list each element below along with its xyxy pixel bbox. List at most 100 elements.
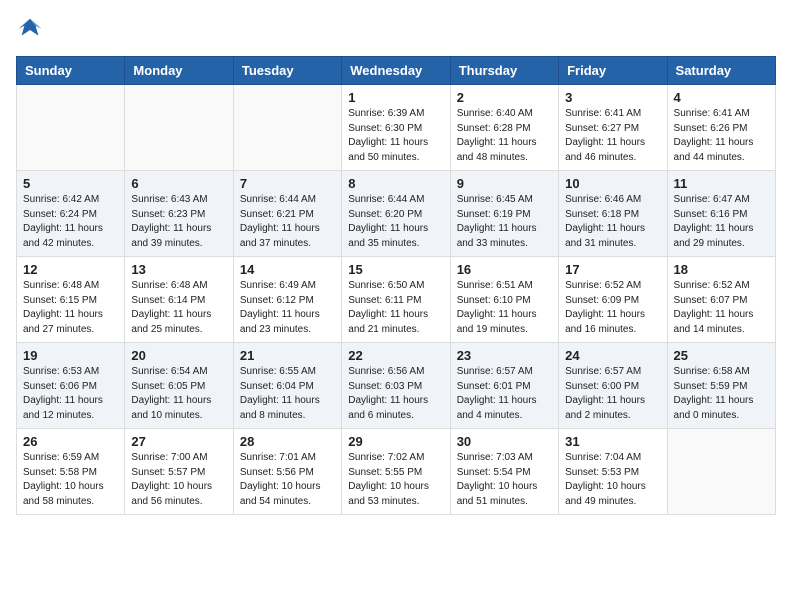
day-info: Sunrise: 6:40 AM Sunset: 6:28 PM Dayligh… xyxy=(457,107,552,165)
calendar-cell: 6 Sunrise: 6:43 AM Sunset: 6:23 PM Daylig… xyxy=(125,171,233,257)
day-number: 8 xyxy=(348,176,443,191)
page-header xyxy=(16,16,776,44)
calendar-cell: 29 Sunrise: 7:02 AM Sunset: 5:55 PM Dayli… xyxy=(342,429,450,515)
day-info: Sunrise: 6:39 AM Sunset: 6:30 PM Dayligh… xyxy=(348,107,443,165)
calendar-cell: 3 Sunrise: 6:41 AM Sunset: 6:27 PM Daylig… xyxy=(559,85,667,171)
day-info: Sunrise: 6:41 AM Sunset: 6:27 PM Dayligh… xyxy=(565,107,660,165)
calendar-cell: 27 Sunrise: 7:00 AM Sunset: 5:57 PM Dayli… xyxy=(125,429,233,515)
calendar-cell: 2 Sunrise: 6:40 AM Sunset: 6:28 PM Daylig… xyxy=(450,85,558,171)
day-number: 28 xyxy=(240,434,335,449)
calendar-week-row: 5 Sunrise: 6:42 AM Sunset: 6:24 PM Daylig… xyxy=(17,171,776,257)
day-number: 12 xyxy=(23,262,118,277)
day-info: Sunrise: 7:03 AM Sunset: 5:54 PM Dayligh… xyxy=(457,451,552,509)
calendar-week-row: 19 Sunrise: 6:53 AM Sunset: 6:06 PM Dayli… xyxy=(17,343,776,429)
day-number: 2 xyxy=(457,90,552,105)
column-header-monday: Monday xyxy=(125,57,233,85)
calendar-cell: 14 Sunrise: 6:49 AM Sunset: 6:12 PM Dayli… xyxy=(233,257,341,343)
calendar-cell xyxy=(17,85,125,171)
column-header-tuesday: Tuesday xyxy=(233,57,341,85)
calendar-cell: 26Sunrise: 6:59 AM Sunset: 5:58 PM Dayli… xyxy=(17,429,125,515)
day-number: 25 xyxy=(674,348,769,363)
day-number: 24 xyxy=(565,348,660,363)
day-number: 17 xyxy=(565,262,660,277)
day-info: Sunrise: 6:53 AM Sunset: 6:06 PM Dayligh… xyxy=(23,365,118,423)
calendar-cell: 5 Sunrise: 6:42 AM Sunset: 6:24 PM Daylig… xyxy=(17,171,125,257)
day-number: 1 xyxy=(348,90,443,105)
calendar-cell: 18 Sunrise: 6:52 AM Sunset: 6:07 PM Dayli… xyxy=(667,257,775,343)
day-number: 27 xyxy=(131,434,226,449)
calendar-cell xyxy=(125,85,233,171)
day-number: 19 xyxy=(23,348,118,363)
column-header-saturday: Saturday xyxy=(667,57,775,85)
day-info: Sunrise: 6:57 AM Sunset: 6:00 PM Dayligh… xyxy=(565,365,660,423)
day-info: Sunrise: 6:45 AM Sunset: 6:19 PM Dayligh… xyxy=(457,193,552,251)
day-number: 22 xyxy=(348,348,443,363)
day-info: Sunrise: 7:00 AM Sunset: 5:57 PM Dayligh… xyxy=(131,451,226,509)
calendar-cell: 15Sunrise: 6:50 AM Sunset: 6:11 PM Dayli… xyxy=(342,257,450,343)
day-info: Sunrise: 7:02 AM Sunset: 5:55 PM Dayligh… xyxy=(348,451,443,509)
calendar-cell: 17 Sunrise: 6:52 AM Sunset: 6:09 PM Dayli… xyxy=(559,257,667,343)
calendar-cell: 25 Sunrise: 6:58 AM Sunset: 5:59 PM Dayli… xyxy=(667,343,775,429)
day-number: 18 xyxy=(674,262,769,277)
calendar-cell: 31 Sunrise: 7:04 AM Sunset: 5:53 PM Dayli… xyxy=(559,429,667,515)
day-info: Sunrise: 6:47 AM Sunset: 6:16 PM Dayligh… xyxy=(674,193,769,251)
day-number: 9 xyxy=(457,176,552,191)
day-number: 6 xyxy=(131,176,226,191)
day-number: 30 xyxy=(457,434,552,449)
day-info: Sunrise: 7:04 AM Sunset: 5:53 PM Dayligh… xyxy=(565,451,660,509)
calendar-cell: 19 Sunrise: 6:53 AM Sunset: 6:06 PM Dayli… xyxy=(17,343,125,429)
day-number: 7 xyxy=(240,176,335,191)
day-info: Sunrise: 6:52 AM Sunset: 6:07 PM Dayligh… xyxy=(674,279,769,337)
calendar-cell: 20Sunrise: 6:54 AM Sunset: 6:05 PM Dayli… xyxy=(125,343,233,429)
day-info: Sunrise: 6:55 AM Sunset: 6:04 PM Dayligh… xyxy=(240,365,335,423)
day-info: Sunrise: 6:43 AM Sunset: 6:23 PM Dayligh… xyxy=(131,193,226,251)
calendar-cell: 28 Sunrise: 7:01 AM Sunset: 5:56 PM Dayli… xyxy=(233,429,341,515)
day-number: 31 xyxy=(565,434,660,449)
calendar-cell xyxy=(233,85,341,171)
day-info: Sunrise: 6:44 AM Sunset: 6:20 PM Dayligh… xyxy=(348,193,443,251)
calendar-table: SundayMondayTuesdayWednesdayThursdayFrid… xyxy=(16,56,776,515)
calendar-cell: 24 Sunrise: 6:57 AM Sunset: 6:00 PM Dayli… xyxy=(559,343,667,429)
calendar-cell: 21Sunrise: 6:55 AM Sunset: 6:04 PM Dayli… xyxy=(233,343,341,429)
day-info: Sunrise: 6:51 AM Sunset: 6:10 PM Dayligh… xyxy=(457,279,552,337)
calendar-cell: 11 Sunrise: 6:47 AM Sunset: 6:16 PM Dayli… xyxy=(667,171,775,257)
calendar-cell: 9 Sunrise: 6:45 AM Sunset: 6:19 PM Daylig… xyxy=(450,171,558,257)
calendar-week-row: 1 Sunrise: 6:39 AM Sunset: 6:30 PM Daylig… xyxy=(17,85,776,171)
day-number: 29 xyxy=(348,434,443,449)
day-info: Sunrise: 6:48 AM Sunset: 6:15 PM Dayligh… xyxy=(23,279,118,337)
day-info: Sunrise: 7:01 AM Sunset: 5:56 PM Dayligh… xyxy=(240,451,335,509)
calendar-cell: 8 Sunrise: 6:44 AM Sunset: 6:20 PM Daylig… xyxy=(342,171,450,257)
day-number: 3 xyxy=(565,90,660,105)
day-number: 14 xyxy=(240,262,335,277)
day-number: 16 xyxy=(457,262,552,277)
logo-icon xyxy=(16,16,44,44)
day-number: 4 xyxy=(674,90,769,105)
day-info: Sunrise: 6:57 AM Sunset: 6:01 PM Dayligh… xyxy=(457,365,552,423)
day-number: 5 xyxy=(23,176,118,191)
column-header-friday: Friday xyxy=(559,57,667,85)
day-info: Sunrise: 6:52 AM Sunset: 6:09 PM Dayligh… xyxy=(565,279,660,337)
day-info: Sunrise: 6:54 AM Sunset: 6:05 PM Dayligh… xyxy=(131,365,226,423)
day-info: Sunrise: 6:49 AM Sunset: 6:12 PM Dayligh… xyxy=(240,279,335,337)
calendar-cell: 22 Sunrise: 6:56 AM Sunset: 6:03 PM Dayli… xyxy=(342,343,450,429)
logo xyxy=(16,16,48,44)
column-header-wednesday: Wednesday xyxy=(342,57,450,85)
day-info: Sunrise: 6:58 AM Sunset: 5:59 PM Dayligh… xyxy=(674,365,769,423)
calendar-cell: 12 Sunrise: 6:48 AM Sunset: 6:15 PM Dayli… xyxy=(17,257,125,343)
column-header-thursday: Thursday xyxy=(450,57,558,85)
day-number: 15 xyxy=(348,262,443,277)
calendar-cell: 1 Sunrise: 6:39 AM Sunset: 6:30 PM Daylig… xyxy=(342,85,450,171)
day-info: Sunrise: 6:46 AM Sunset: 6:18 PM Dayligh… xyxy=(565,193,660,251)
day-info: Sunrise: 6:41 AM Sunset: 6:26 PM Dayligh… xyxy=(674,107,769,165)
day-info: Sunrise: 6:48 AM Sunset: 6:14 PM Dayligh… xyxy=(131,279,226,337)
day-info: Sunrise: 6:59 AM Sunset: 5:58 PM Dayligh… xyxy=(23,451,118,509)
day-number: 13 xyxy=(131,262,226,277)
calendar-cell: 10Sunrise: 6:46 AM Sunset: 6:18 PM Dayli… xyxy=(559,171,667,257)
calendar-header-row: SundayMondayTuesdayWednesdayThursdayFrid… xyxy=(17,57,776,85)
day-number: 11 xyxy=(674,176,769,191)
day-info: Sunrise: 6:56 AM Sunset: 6:03 PM Dayligh… xyxy=(348,365,443,423)
column-header-sunday: Sunday xyxy=(17,57,125,85)
calendar-cell: 13 Sunrise: 6:48 AM Sunset: 6:14 PM Dayli… xyxy=(125,257,233,343)
calendar-cell: 30 Sunrise: 7:03 AM Sunset: 5:54 PM Dayli… xyxy=(450,429,558,515)
day-info: Sunrise: 6:42 AM Sunset: 6:24 PM Dayligh… xyxy=(23,193,118,251)
